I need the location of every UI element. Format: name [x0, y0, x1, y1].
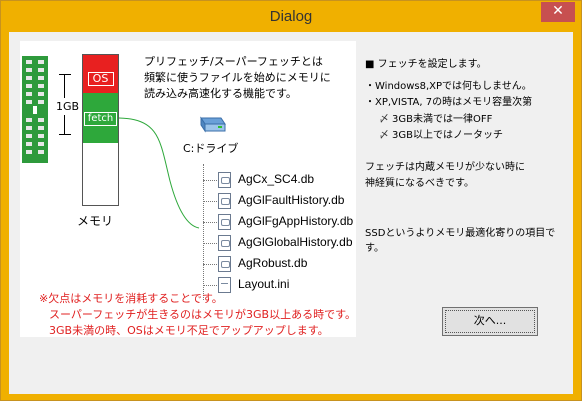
database-file-icon [218, 171, 231, 188]
title-bar[interactable]: Dialog ✕ [1, 1, 581, 32]
caution-line: 神経質になるべきです。 [365, 178, 474, 189]
option-row: 〆 3GB以上ではノータッチ [379, 126, 503, 141]
database-file-icon [218, 213, 231, 230]
caution-line: フェッチは内蔵メモリが少ない時に [365, 162, 525, 173]
drive-label: C:ドライブ [183, 142, 239, 155]
file-item: AgGlGlobalHistory.db [218, 233, 353, 254]
warning-line: スーパーフェッチが生きるのはメモリが3GB以上ある時です。 [49, 308, 356, 321]
check-icon: 〆 [379, 114, 389, 125]
option-row: 〆 3GB未満では一律OFF [379, 110, 492, 125]
warning-note: ※欠点はメモリを消耗することです。 スーパーフェッチが生きるのはメモリが3GB以… [39, 291, 359, 339]
file-item: AgCx_SC4.db [218, 170, 314, 191]
file-item: AgGlFgAppHistory.db [218, 212, 353, 233]
settings-line: ・XP,VISTA, 7の時はメモリ容量次第 [365, 97, 533, 108]
next-button[interactable]: 次へ... [442, 307, 538, 336]
database-file-icon [218, 192, 231, 209]
warning-line: ※欠点はメモリを消耗することです。 [39, 292, 223, 305]
check-icon: 〆 [379, 130, 389, 141]
window-title: Dialog [269, 8, 313, 25]
file-item: AgRobust.db [218, 254, 307, 275]
ssd-note: SSDというよりメモリ最適化寄りの項目です。 [365, 228, 556, 254]
database-file-icon [218, 255, 231, 272]
close-icon: ✕ [552, 3, 564, 19]
file-item: AgGlFaultHistory.db [218, 191, 344, 212]
close-button[interactable]: ✕ [541, 2, 575, 22]
dialog-window: Dialog ✕ 1GB OS fetch メモリ プリフェッチ/スーパーフェッ… [0, 0, 582, 401]
tree-connector [203, 164, 204, 300]
hard-drive-icon [200, 116, 226, 133]
warning-line: 3GB未満の時、OSはメモリ不足でアップアップします。 [49, 324, 329, 337]
database-file-icon [218, 234, 231, 251]
settings-line: ・Windows8,XPでは何もしません。 [365, 81, 532, 92]
settings-heading: ■ フェッチを設定します。 [365, 59, 487, 70]
prefetch-diagram: 1GB OS fetch メモリ プリフェッチ/スーパーフェッチとは 頻繁に使う… [20, 41, 356, 337]
dialog-body: 1GB OS fetch メモリ プリフェッチ/スーパーフェッチとは 頻繁に使う… [9, 32, 573, 394]
